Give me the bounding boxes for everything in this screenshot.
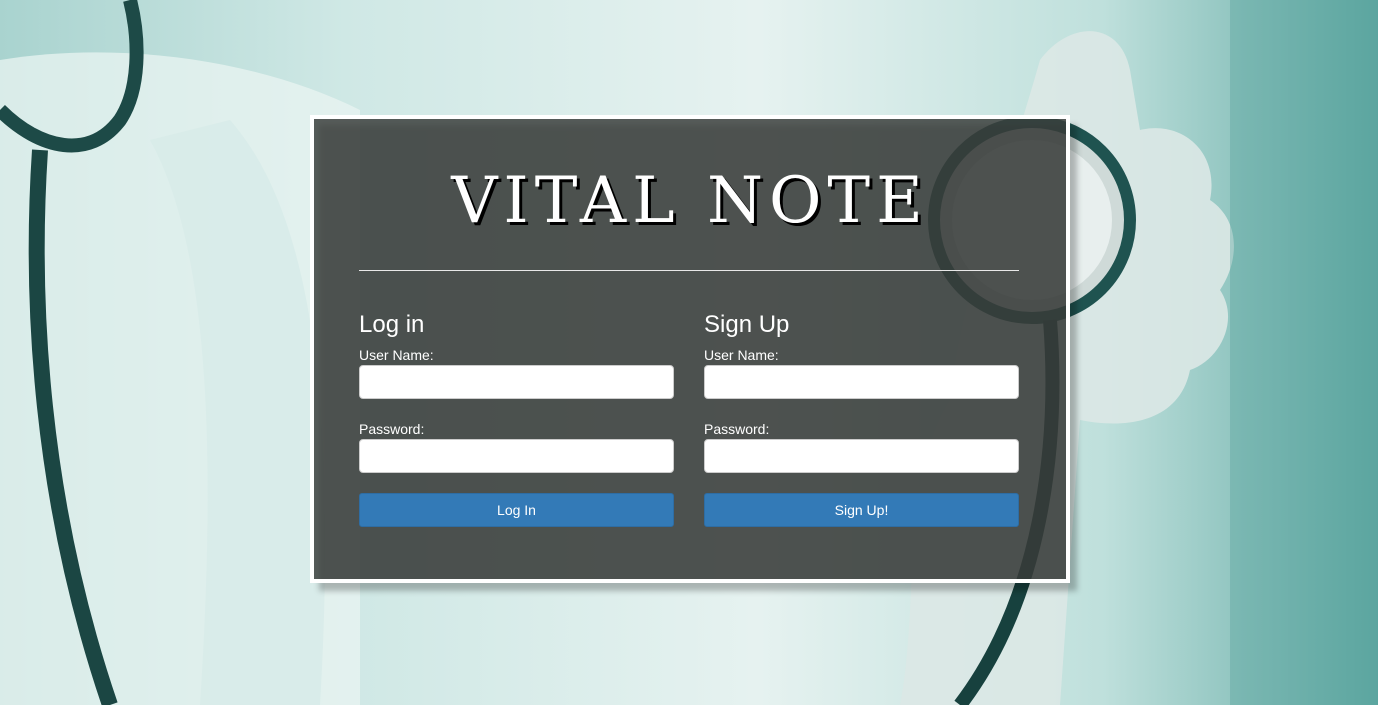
login-username-input[interactable] — [359, 365, 674, 399]
signup-form: Sign Up User Name: Password: Sign Up! — [704, 311, 1019, 527]
auth-card: VITAL NOTE Log in User Name: Password: L… — [310, 115, 1070, 583]
login-heading: Log in — [359, 311, 425, 338]
signup-username-label: User Name: — [704, 347, 779, 363]
signup-username-input[interactable] — [704, 365, 1019, 399]
login-username-label: User Name: — [359, 347, 434, 363]
app-title: VITAL NOTE — [451, 164, 929, 238]
login-form: Log in User Name: Password: Log In — [359, 311, 674, 527]
login-button[interactable]: Log In — [359, 493, 674, 527]
login-password-input[interactable] — [359, 439, 674, 473]
signup-button[interactable]: Sign Up! — [704, 493, 1019, 527]
signup-heading: Sign Up — [704, 311, 790, 338]
signup-password-input[interactable] — [704, 439, 1019, 473]
signup-password-label: Password: — [704, 421, 770, 437]
title-divider — [359, 270, 1019, 271]
login-password-label: Password: — [359, 421, 425, 437]
